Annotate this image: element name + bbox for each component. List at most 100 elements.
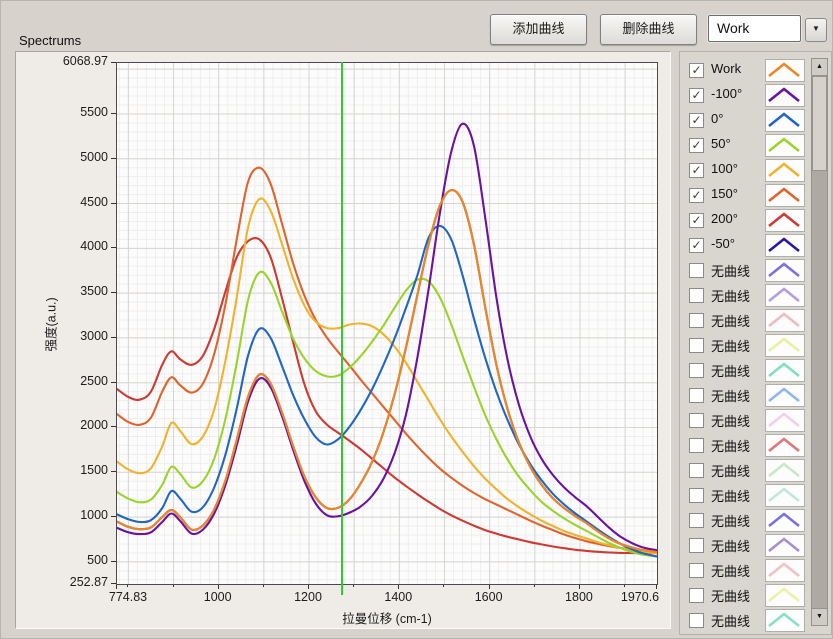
legend-checkbox[interactable]: ✓ [689,138,704,153]
legend-label: -50° [711,236,735,251]
legend-checkbox[interactable] [689,538,704,553]
legend-checkbox[interactable]: ✓ [689,188,704,203]
chevron-down-icon: ▼ [812,24,820,33]
legend-row-无曲线-14: 无曲线 [680,409,831,434]
add-curve-button[interactable]: 添加曲线 [490,14,587,45]
legend-color-swatch[interactable] [765,509,805,532]
y-tick-label: 252.87 [22,575,108,589]
legend-label: 无曲线 [711,411,750,430]
legend-color-swatch[interactable] [765,309,805,332]
legend-color-swatch[interactable] [765,109,805,132]
legend-color-swatch[interactable] [765,134,805,157]
x-tick-label: 1400 [384,590,412,604]
legend-row-无曲线-20: 无曲线 [680,559,831,584]
legend-checkbox[interactable] [689,588,704,603]
legend-checkbox[interactable] [689,513,704,528]
delete-curve-button[interactable]: 删除曲线 [600,14,697,45]
legend-checkbox[interactable] [689,363,704,378]
legend-color-swatch[interactable] [765,334,805,357]
legend-label: 无曲线 [711,286,750,305]
scrollbar-down-icon[interactable]: ▼ [812,608,827,625]
cursor-line[interactable] [341,62,343,595]
legend-checkbox[interactable] [689,463,704,478]
legend-label: 50° [711,136,731,151]
legend-label: 无曲线 [711,611,750,630]
legend-label: 无曲线 [711,511,750,530]
legend-row-无曲线-19: 无曲线 [680,534,831,559]
legend-row-无曲线-15: 无曲线 [680,434,831,459]
legend-color-swatch[interactable] [765,609,805,632]
legend-checkbox[interactable] [689,263,704,278]
legend-label: 0° [711,111,723,126]
curve-100° [117,198,657,553]
legend-checkbox[interactable] [689,413,704,428]
legend-color-swatch[interactable] [765,409,805,432]
x-tick-label: 1800 [565,590,593,604]
y-tick-label: 1000 [22,508,108,522]
legend-checkbox[interactable] [689,388,704,403]
plot-area[interactable] [116,62,658,585]
legend-color-swatch[interactable] [765,209,805,232]
legend-checkbox[interactable] [689,488,704,503]
legend-row-无曲线-11: 无曲线 [680,334,831,359]
legend-row-150°-5: ✓150° [680,184,831,209]
legend-row--50°-7: ✓ -50° [680,234,831,259]
legend-row-无曲线-8: 无曲线 [680,259,831,284]
scrollbar-thumb[interactable] [812,76,827,171]
legend-row-100°-4: ✓100° [680,159,831,184]
legend-checkbox[interactable]: ✓ [689,63,704,78]
legend-row-200°-6: ✓200° [680,209,831,234]
legend-row--100°-1: ✓-100° [680,84,831,109]
legend-checkbox[interactable]: ✓ [689,88,704,103]
legend-color-swatch[interactable] [765,534,805,557]
legend-row-无曲线-16: 无曲线 [680,459,831,484]
legend-color-swatch[interactable] [765,59,805,82]
legend-color-swatch[interactable] [765,559,805,582]
scrollbar-up-icon[interactable]: ▲ [812,59,827,76]
legend-checkbox[interactable]: ✓ [689,238,704,253]
legend-label: 无曲线 [711,561,750,580]
legend-color-swatch[interactable] [765,459,805,482]
legend-color-swatch[interactable] [765,384,805,407]
combobox-dropdown-button[interactable]: ▼ [805,18,827,42]
x-tick-label: 1000 [204,590,232,604]
legend-color-swatch[interactable] [765,159,805,182]
legend-color-swatch[interactable] [765,234,805,257]
legend-label: Work [711,61,741,76]
legend-color-swatch[interactable] [765,359,805,382]
legend-row-0°-2: ✓ 0° [680,109,831,134]
y-tick-label: 6068.97 [22,54,108,68]
y-tick-label: 500 [22,553,108,567]
legend-label: 无曲线 [711,386,750,405]
legend-checkbox[interactable] [689,338,704,353]
legend-checkbox[interactable] [689,313,704,328]
legend-panel: ✓Work✓-100°✓0°✓50°✓100°✓150°✓200°✓-50°无曲… [679,51,832,635]
legend-row-无曲线-18: 无曲线 [680,509,831,534]
legend-checkbox[interactable] [689,438,704,453]
legend-color-swatch[interactable] [765,184,805,207]
legend-checkbox[interactable] [689,563,704,578]
legend-row-无曲线-10: 无曲线 [680,309,831,334]
y-tick-label: 4500 [22,195,108,209]
y-tick-label: 4000 [22,239,108,253]
legend-row-50°-3: ✓ 50° [680,134,831,159]
legend-label: 无曲线 [711,336,750,355]
y-tick-label: 2500 [22,374,108,388]
legend-label: 无曲线 [711,361,750,380]
legend-checkbox[interactable]: ✓ [689,213,704,228]
legend-checkbox[interactable] [689,613,704,628]
legend-color-swatch[interactable] [765,259,805,282]
legend-color-swatch[interactable] [765,434,805,457]
legend-color-swatch[interactable] [765,484,805,507]
legend-color-swatch[interactable] [765,84,805,107]
legend-checkbox[interactable]: ✓ [689,113,704,128]
legend-checkbox[interactable] [689,288,704,303]
legend-color-swatch[interactable] [765,584,805,607]
app-window: Spectrums 添加曲线 删除曲线 Work ▼ 强度(a.u.) 拉曼位移… [0,0,833,639]
legend-checkbox[interactable]: ✓ [689,163,704,178]
legend-scrollbar[interactable]: ▲ ▼ [811,58,828,626]
curve-select-combobox[interactable]: Work [708,15,801,42]
curve-200° [117,238,657,553]
legend-row-Work-0: ✓ Work [680,59,831,84]
legend-color-swatch[interactable] [765,284,805,307]
